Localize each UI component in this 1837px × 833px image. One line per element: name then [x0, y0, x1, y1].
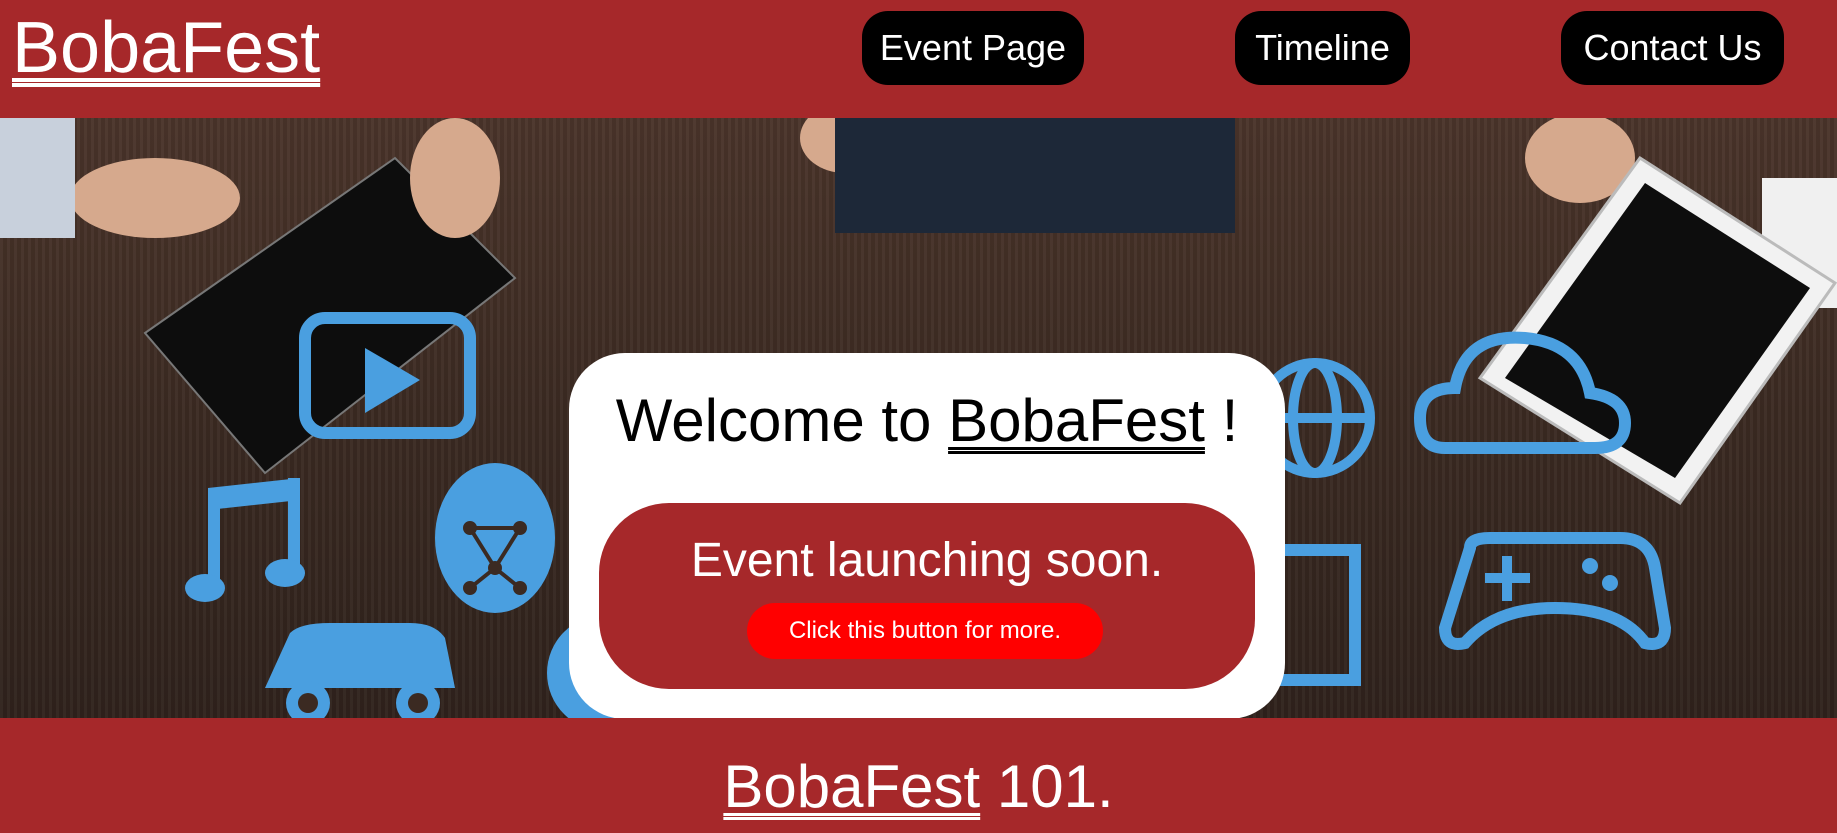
section-brand-link[interactable]: BobaFest — [723, 753, 980, 820]
launch-announcement-box: Event launching soon. Click this button … — [599, 503, 1255, 689]
sleeve-shape — [0, 118, 75, 238]
nav-contact-us-button[interactable]: Contact Us — [1561, 11, 1784, 85]
welcome-suffix: ! — [1204, 387, 1239, 454]
welcome-heading: Welcome to BobaFest ! — [569, 385, 1285, 457]
hand-shape — [70, 158, 240, 238]
section-suffix: 101. — [980, 753, 1114, 820]
welcome-brand-link[interactable]: BobaFest — [948, 387, 1205, 454]
face-scan-icon — [435, 463, 555, 613]
section-heading: BobaFest 101. — [0, 752, 1837, 822]
notebook-shape — [835, 118, 1235, 233]
nav-timeline-button[interactable]: Timeline — [1235, 11, 1410, 85]
hand-shape — [410, 118, 500, 238]
nav-event-page-button[interactable]: Event Page — [862, 11, 1084, 85]
more-info-button[interactable]: Click this button for more. — [747, 603, 1103, 659]
welcome-card: Welcome to BobaFest ! Event launching so… — [569, 353, 1285, 718]
site-logo[interactable]: BobaFest — [12, 6, 320, 90]
gamepad-icon — [1438, 532, 1672, 650]
car-icon — [265, 623, 455, 718]
welcome-prefix: Welcome to — [615, 387, 949, 454]
top-header: BobaFest Event Page Timeline Contact Us — [0, 0, 1837, 118]
music-note-icon — [185, 478, 305, 602]
section-heading-band: BobaFest 101. — [0, 718, 1837, 833]
launch-text: Event launching soon. — [690, 534, 1164, 587]
hero-banner: Welcome to BobaFest ! Event launching so… — [0, 118, 1837, 718]
